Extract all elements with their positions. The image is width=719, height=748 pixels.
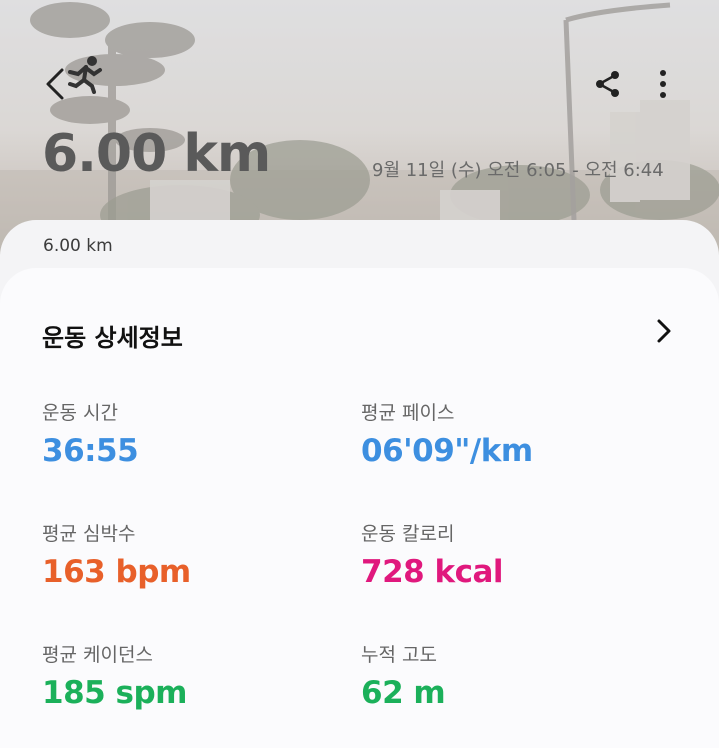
metric-value: 728 kcal: [361, 554, 504, 590]
metric-label: 평균 심박수: [42, 523, 136, 545]
metric-label: 운동 칼로리: [361, 523, 455, 545]
metric-value: 06'09"/km: [361, 433, 533, 469]
metric-avg-heart-rate: 평균 심박수 163 bpm: [42, 519, 191, 590]
metric-label: 누적 고도: [361, 644, 437, 666]
workout-date-range: 9월 11일 (수) 오전 6:05 - 오전 6:44: [372, 160, 664, 181]
metric-avg-cadence: 평균 케이던스 185 spm: [42, 640, 187, 711]
metric-elevation-gain: 누적 고도 62 m: [361, 640, 446, 711]
running-icon: [64, 54, 104, 94]
details-open-button[interactable]: [650, 316, 678, 346]
share-button[interactable]: [586, 62, 630, 106]
share-icon: [596, 71, 619, 97]
metric-value: 62 m: [361, 675, 446, 711]
metric-value: 36:55: [42, 433, 139, 469]
metric-calories: 운동 칼로리 728 kcal: [361, 519, 504, 590]
workout-distance: 6.00 km: [42, 124, 271, 184]
more-vertical-icon: [660, 70, 666, 98]
metric-label: 운동 시간: [42, 402, 118, 424]
metric-value: 185 spm: [42, 675, 187, 711]
back-chevron-icon: [46, 68, 64, 100]
metric-value: 163 bpm: [42, 554, 191, 590]
metric-label: 평균 페이스: [361, 402, 455, 424]
chevron-right-icon: [657, 319, 671, 343]
metric-label: 평균 케이던스: [42, 644, 153, 666]
metric-avg-pace: 평균 페이스 06'09"/km: [361, 398, 533, 469]
metric-duration: 운동 시간 36:55: [42, 398, 139, 469]
summary-distance: 6.00 km: [43, 236, 113, 256]
more-options-button[interactable]: [641, 62, 685, 106]
workout-details-title: 운동 상세정보: [42, 324, 183, 352]
